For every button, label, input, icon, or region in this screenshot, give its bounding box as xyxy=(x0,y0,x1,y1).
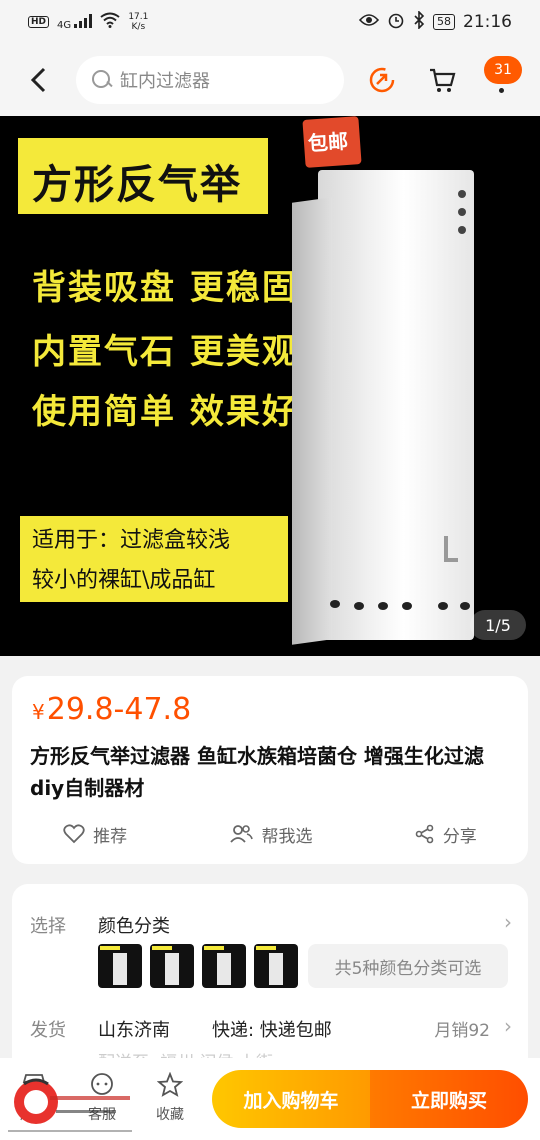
bluetooth-icon xyxy=(413,10,425,33)
variant-thumb[interactable] xyxy=(254,944,298,988)
top-nav: 缸内过滤器 31 xyxy=(0,44,540,116)
product-image-carousel[interactable]: 方形反气举 背装吸盘 更稳固 内置气石 更美观 使用简单 效果好 适用于：过滤盒… xyxy=(0,116,540,656)
eye-icon xyxy=(358,13,380,31)
share-button[interactable] xyxy=(364,62,400,98)
message-count-badge: 31 xyxy=(494,62,512,78)
recommend-button[interactable]: 推荐 xyxy=(63,822,127,847)
price-card: ¥29.8-47.8 方形反气举过滤器 鱼缸水族箱培菌仓 增强生化过滤 diy自… xyxy=(12,676,528,864)
monthly-sales: 月销92 xyxy=(434,1021,490,1041)
search-input[interactable]: 缸内过滤器 xyxy=(76,56,344,104)
variant-thumb[interactable] xyxy=(98,944,142,988)
status-bar: HD 4G 17.1 K/s 58 21:16 xyxy=(0,0,540,44)
image-feature-2: 内置气石 更美观 xyxy=(32,332,298,372)
image-title-box: 方形反气举 xyxy=(18,138,268,214)
share-product-button[interactable]: 分享 xyxy=(415,822,477,847)
variants-summary[interactable]: 共5种颜色分类可选 xyxy=(308,944,508,988)
more-dot xyxy=(499,88,504,93)
image-note-line-2: 较小的裸缸\成品缸 xyxy=(32,568,216,593)
product-title: 方形反气举过滤器 鱼缸水族箱培菌仓 增强生化过滤 diy自制器材 xyxy=(30,744,484,800)
stamp-text: 包邮 xyxy=(307,128,349,156)
heart-icon xyxy=(63,824,85,844)
back-button[interactable] xyxy=(22,64,54,96)
net-speed-value: 17.1 xyxy=(128,12,149,22)
select-label: 选择 xyxy=(30,916,66,937)
free-shipping-stamp: 包邮 xyxy=(302,116,362,168)
share-label: 分享 xyxy=(442,826,477,847)
favorite-button[interactable]: 收藏 xyxy=(140,1072,200,1124)
search-icon xyxy=(92,70,112,90)
image-feature-3: 使用简单 效果好 xyxy=(32,392,298,432)
chevron-left-icon xyxy=(30,67,46,93)
price: ¥29.8-47.8 xyxy=(32,692,191,727)
image-note-box: 适用于：过滤盒较浅 较小的裸缸\成品缸 xyxy=(20,516,288,602)
ship-origin: 山东济南 xyxy=(98,1020,170,1041)
watermark-logo xyxy=(8,1078,132,1132)
help-choose-label: 帮我选 xyxy=(261,826,313,847)
star-icon xyxy=(157,1072,183,1097)
currency-symbol: ¥ xyxy=(32,700,45,724)
action-row: 推荐 帮我选 分享 xyxy=(12,816,528,852)
chevron-right-icon: › xyxy=(504,910,512,934)
add-to-cart-button[interactable]: 加入购物车 xyxy=(212,1070,370,1128)
signal-icon: 4G xyxy=(57,13,93,31)
cart-icon xyxy=(430,68,456,92)
net-speed-unit: K/s xyxy=(131,22,146,32)
cart-button[interactable] xyxy=(424,62,460,98)
ship-method: 快递: 快递包邮 xyxy=(212,1020,332,1041)
image-note-line-1: 适用于：过滤盒较浅 xyxy=(32,528,231,553)
price-value: 29.8-47.8 xyxy=(46,692,192,727)
wifi-icon xyxy=(100,12,120,32)
image-feature-1: 背装吸盘 更稳固 xyxy=(32,268,298,308)
buy-now-button[interactable]: 立即购买 xyxy=(370,1070,528,1128)
people-icon xyxy=(230,825,254,843)
ship-label: 发货 xyxy=(30,1020,66,1041)
select-value: 颜色分类 xyxy=(98,916,170,937)
variant-thumb[interactable] xyxy=(150,944,194,988)
chevron-right-icon: › xyxy=(504,1014,512,1038)
share-icon xyxy=(415,824,434,844)
search-placeholder: 缸内过滤器 xyxy=(120,71,210,92)
share-arrow-icon xyxy=(369,67,395,93)
hd-badge: HD xyxy=(28,16,50,28)
clock: 21:16 xyxy=(463,12,512,32)
net-speed: 17.1 K/s xyxy=(128,12,148,32)
image-pager: 1/5 xyxy=(470,610,526,640)
favorite-label: 收藏 xyxy=(156,1107,184,1123)
message-button[interactable]: 31 xyxy=(484,56,522,84)
help-choose-button[interactable]: 帮我选 xyxy=(229,822,312,847)
alarm-icon xyxy=(387,11,405,33)
variant-thumb[interactable] xyxy=(202,944,246,988)
image-title: 方形反气举 xyxy=(32,162,242,208)
battery-icon: 58 xyxy=(433,14,455,30)
network-type: 4G xyxy=(57,19,72,31)
recommend-label: 推荐 xyxy=(93,826,128,847)
